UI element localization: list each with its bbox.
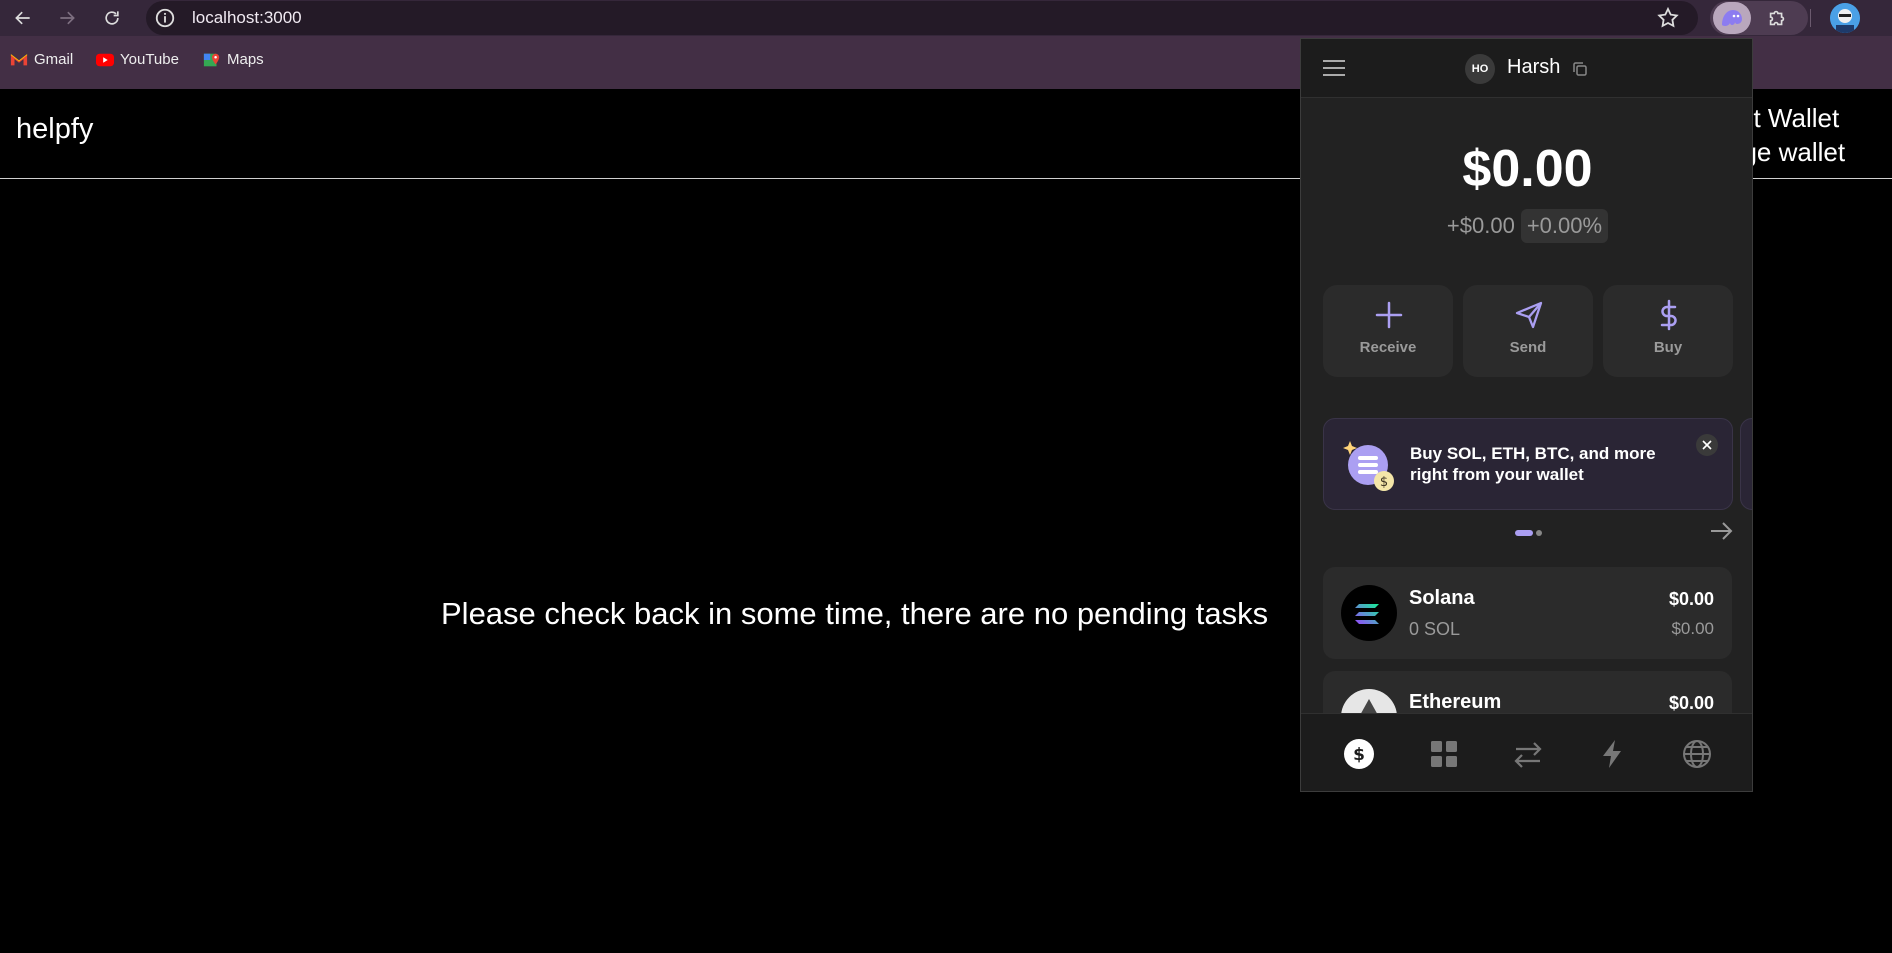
extensions-menu-button[interactable] [1762, 4, 1792, 32]
bookmark-youtube-label: YouTube [120, 51, 179, 68]
receive-label: Receive [1359, 339, 1417, 356]
url-text[interactable]: localhost:3000 [192, 8, 302, 28]
balance-change-row: +$0.00 +0.00% [1301, 209, 1752, 243]
token-name: Solana [1409, 587, 1475, 609]
send-label: Send [1509, 339, 1547, 356]
puzzle-icon [1769, 10, 1785, 26]
bookmark-youtube[interactable]: YouTube [96, 51, 179, 68]
wallet-header: HO Harsh [1301, 39, 1752, 98]
svg-text:$: $ [1380, 475, 1388, 490]
promo-card-next-peek[interactable] [1740, 418, 1752, 510]
swap-arrows-icon [1514, 742, 1542, 768]
bookmark-gmail-label: Gmail [34, 51, 74, 68]
send-icon [1515, 301, 1543, 329]
reload-button[interactable] [97, 4, 127, 32]
promo-card[interactable]: $ Buy SOL, ETH, BTC, and more right from… [1323, 418, 1733, 510]
token-amount: 0 SOL [1409, 619, 1461, 639]
grid-icon [1431, 741, 1457, 767]
maps-icon [203, 53, 220, 66]
buy-button[interactable]: Buy [1603, 285, 1733, 377]
copy-address-icon[interactable] [1571, 60, 1589, 78]
phantom-extension-button[interactable] [1713, 2, 1751, 34]
forward-arrow-icon [60, 11, 75, 25]
carousel-next-arrow-icon[interactable] [1709, 520, 1735, 542]
back-button[interactable] [8, 4, 38, 32]
swap-tab[interactable] [1510, 736, 1546, 772]
collectibles-tab[interactable] [1426, 736, 1462, 772]
bookmark-maps-label: Maps [227, 51, 264, 68]
svg-text:$: $ [1353, 745, 1365, 765]
bookmark-star-icon[interactable] [1656, 6, 1680, 30]
solana-logo-icon [1341, 585, 1397, 641]
toolbar-separator [1810, 9, 1811, 27]
token-value: $0.00 [1668, 693, 1714, 713]
explore-tab[interactable] [1679, 736, 1715, 772]
balance-change-abs: +$0.00 [1446, 213, 1515, 238]
token-row-solana[interactable]: Solana 0 SOL $0.00 $0.00 [1323, 567, 1732, 659]
wallet-tab-bar: $ [1301, 713, 1752, 791]
gmail-icon [10, 53, 28, 65]
reload-icon [105, 11, 119, 25]
globe-icon [1683, 740, 1711, 768]
bookmark-gmail[interactable]: Gmail [10, 51, 73, 68]
token-value: $0.00 [1668, 589, 1714, 609]
token-name: Ethereum [1409, 691, 1502, 713]
bookmark-maps[interactable]: Maps [203, 51, 264, 68]
buy-label: Buy [1653, 339, 1683, 356]
avatar-image-icon [1830, 3, 1860, 33]
lightning-icon [1603, 740, 1621, 768]
receive-button[interactable]: Receive [1323, 285, 1453, 377]
token-usd-value: $0.00 [1671, 619, 1714, 638]
site-info-icon[interactable] [154, 7, 176, 29]
account-avatar[interactable]: HO [1465, 54, 1495, 84]
wallet-popup: HO Harsh $0.00 +$0.00 +0.00% Receive Sen… [1300, 38, 1753, 792]
dollar-icon [1660, 299, 1677, 331]
browser-toolbar: localhost:3000 [0, 0, 1892, 36]
no-tasks-message: Please check back in some time, there ar… [441, 596, 1269, 631]
address-bar[interactable] [146, 1, 1698, 35]
back-arrow-icon [15, 11, 30, 25]
account-name[interactable]: Harsh [1507, 56, 1560, 79]
tokens-tab[interactable]: $ [1341, 736, 1377, 772]
profile-avatar[interactable] [1830, 3, 1860, 33]
carousel-pagination-dots[interactable] [1513, 529, 1553, 537]
forward-button[interactable] [52, 4, 82, 32]
total-balance: $0.00 [1462, 140, 1593, 198]
buy-crypto-promo-icon: $ [1343, 441, 1394, 491]
dollar-circle-icon: $ [1344, 739, 1374, 769]
promo-text: Buy SOL, ETH, BTC, and more right from y… [1410, 444, 1656, 484]
close-icon [1702, 440, 1712, 450]
site-logo[interactable]: helpfy [16, 113, 93, 146]
hamburger-menu-icon[interactable] [1321, 56, 1347, 80]
phantom-ghost-icon [1722, 10, 1742, 26]
plus-icon [1375, 301, 1403, 329]
youtube-icon [96, 53, 114, 66]
send-button[interactable]: Send [1463, 285, 1593, 377]
promo-close-button[interactable] [1696, 434, 1718, 456]
balance-change-pct: +0.00% [1520, 209, 1609, 243]
activity-tab[interactable] [1594, 736, 1630, 772]
